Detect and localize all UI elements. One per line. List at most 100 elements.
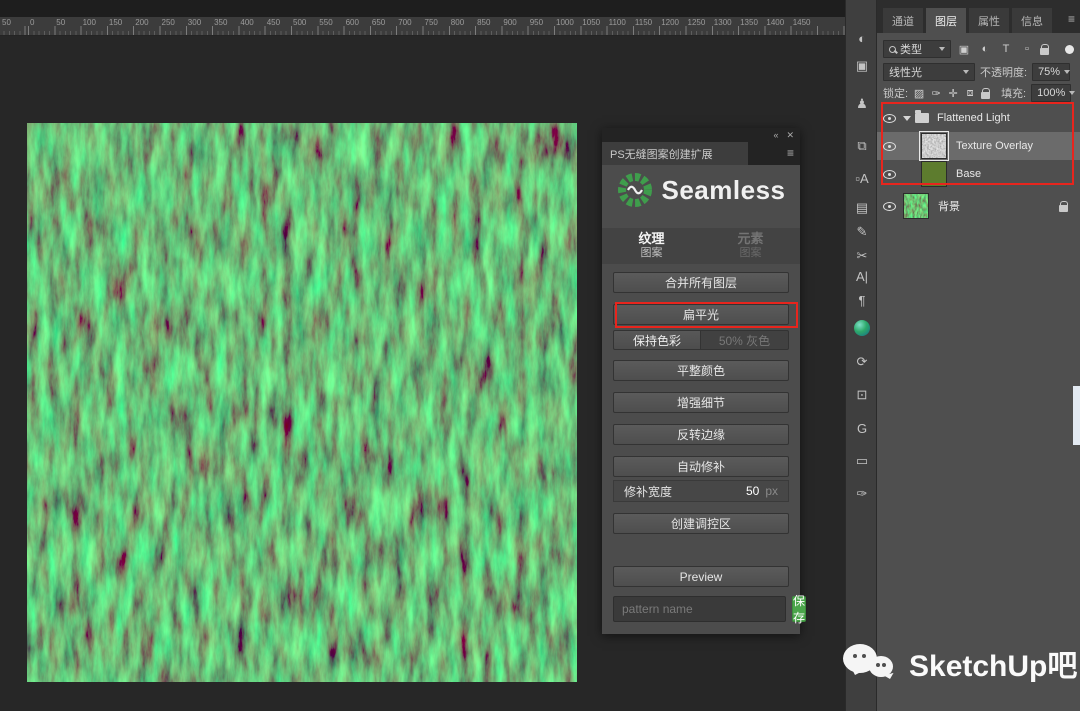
- tab-info[interactable]: 信息: [1012, 8, 1053, 33]
- sync-icon[interactable]: ⟳: [846, 350, 878, 374]
- blend-mode-select[interactable]: 线性光: [883, 63, 975, 81]
- create-adjust-zone-button[interactable]: 创建调控区: [613, 513, 789, 534]
- logo-wordmark: Seamless: [662, 175, 786, 206]
- ruler-tick-label: 1300: [714, 18, 732, 27]
- grass-texture-image[interactable]: [27, 123, 577, 682]
- collapse-panel-icon[interactable]: «: [773, 131, 778, 140]
- fill-field[interactable]: 100%: [1031, 84, 1071, 102]
- clone-source-icon[interactable]: ♟: [846, 92, 878, 116]
- tab-properties[interactable]: 属性: [969, 8, 1010, 33]
- close-panel-icon[interactable]: ✕: [786, 131, 794, 140]
- chevron-down-icon: [939, 47, 945, 51]
- auto-patch-button[interactable]: 自动修补: [613, 456, 789, 477]
- plugin-mode-tabs: 纹理 图案 元素 图案: [602, 228, 800, 264]
- visibility-toggle[interactable]: [877, 202, 901, 211]
- ruler-tick-label: 800: [451, 18, 464, 27]
- preview-button[interactable]: Preview: [613, 566, 789, 587]
- ruler-tick-label: 100: [83, 18, 96, 27]
- shape-layer-filter-icon[interactable]: ▫: [1019, 43, 1035, 55]
- save-row: 保存: [613, 596, 789, 622]
- lock-all-icon[interactable]: [981, 92, 990, 99]
- ruler-tick-label: 450: [267, 18, 280, 27]
- keep-color-row: 保持色彩 50% 灰色: [613, 330, 789, 350]
- generator-icon[interactable]: G: [846, 416, 878, 440]
- ruler-tick-label: 950: [530, 18, 543, 27]
- opacity-field[interactable]: 75%: [1032, 63, 1070, 81]
- patch-width-label: 修补宽度: [624, 483, 672, 500]
- character-icon[interactable]: A|: [846, 264, 878, 288]
- layer-comps-icon[interactable]: ⊡: [846, 383, 878, 407]
- lock-label: 锁定:: [883, 85, 908, 101]
- tab-texture-pattern[interactable]: 纹理 图案: [602, 228, 701, 264]
- opacity-label: 不透明度:: [980, 64, 1027, 80]
- ruler-tick-label: 350: [214, 18, 227, 27]
- ruler-tick-label: 1200: [661, 18, 679, 27]
- ruler-tick-label: 1250: [688, 18, 706, 27]
- keep-color-button[interactable]: 保持色彩: [613, 330, 701, 350]
- ruler-tick-label: 200: [135, 18, 148, 27]
- lock-transparency-icon[interactable]: ▨: [913, 87, 925, 100]
- styles-icon[interactable]: ▣: [846, 54, 878, 78]
- eye-icon: [883, 202, 896, 211]
- notes-icon[interactable]: ✎: [846, 220, 878, 244]
- properties-icon[interactable]: ▤: [846, 196, 878, 220]
- seamless-plugin-icon[interactable]: [846, 316, 878, 340]
- lock-artboard-icon[interactable]: ⧈: [964, 87, 976, 100]
- merge-all-layers-button[interactable]: 合并所有图层: [613, 272, 789, 293]
- lock-position-icon[interactable]: ✛: [947, 87, 959, 100]
- ruler-tick-label: 650: [372, 18, 385, 27]
- ruler-tick-label: 50: [56, 18, 65, 27]
- save-button[interactable]: 保存: [792, 596, 806, 622]
- fill-label: 填充:: [1001, 85, 1026, 101]
- ruler-tick-label: 750: [425, 18, 438, 27]
- pattern-name-input[interactable]: [613, 596, 786, 622]
- locked-layer-icon: [1059, 205, 1068, 212]
- ruler-tick-label: 250: [162, 18, 175, 27]
- lock-row: 锁定: ▨ ✑ ✛ ⧈ 填充: 100%: [877, 84, 1080, 102]
- tab-layers[interactable]: 图层: [926, 8, 967, 33]
- ruler-tick-label: 1450: [793, 18, 811, 27]
- ruler-tick-label: 900: [503, 18, 516, 27]
- brush-settings-icon[interactable]: ✑: [846, 482, 878, 506]
- invert-edges-button[interactable]: 反转边缘: [613, 424, 789, 445]
- horizontal-ruler[interactable]: 5005010015020025030035040045050055060065…: [0, 17, 845, 36]
- filter-kind-select[interactable]: 类型: [883, 40, 951, 58]
- watermark-text: SketchUp吧: [909, 641, 1077, 685]
- ruler-tick-label: 1400: [766, 18, 784, 27]
- adjustments-icon[interactable]: ◐: [846, 26, 878, 50]
- layer-thumbnail[interactable]: [903, 193, 929, 219]
- patch-width-row: 修补宽度 50 px: [613, 480, 789, 502]
- swap-objects-icon[interactable]: ⧉: [846, 134, 878, 158]
- plugin-logo: Seamless: [602, 172, 800, 208]
- timeline-icon[interactable]: ▭: [846, 449, 878, 473]
- plugin-panel-titlebar: « ✕: [602, 128, 800, 142]
- smart-object-filter-icon[interactable]: [1040, 48, 1049, 55]
- tab-element-pattern[interactable]: 元素 图案: [701, 228, 800, 264]
- enhance-detail-button[interactable]: 增强细节: [613, 392, 789, 413]
- tab-channels[interactable]: 通道: [883, 8, 924, 33]
- chevron-down-icon: [963, 70, 969, 74]
- patch-width-value[interactable]: 50: [746, 484, 759, 498]
- ruler-tick-label: 1050: [582, 18, 600, 27]
- filter-toggle-icon[interactable]: [1065, 45, 1074, 54]
- paragraph-icon[interactable]: ¶: [846, 288, 878, 312]
- type-layer-filter-icon[interactable]: T: [998, 43, 1014, 55]
- ruler-tick-label: 1100: [609, 18, 626, 27]
- blend-mode-row: 线性光 不透明度: 75%: [877, 62, 1080, 82]
- gray-50-button[interactable]: 50% 灰色: [701, 330, 789, 350]
- layer-row-background[interactable]: 背景: [877, 192, 1080, 220]
- search-icon: [889, 46, 896, 53]
- collapsed-panels-strip: ◐▣♟⧉▫A▤✎✂A|¶⟳⊡G▭✑: [845, 0, 877, 711]
- panel-tab-bar: 通道 图层 属性 信息 ≡: [877, 0, 1080, 33]
- plugin-panel-tab[interactable]: PS无缝图案创建扩展: [602, 142, 748, 165]
- adjustment-layer-filter-icon[interactable]: ◐: [977, 43, 993, 55]
- ruler-tick-label: 150: [109, 18, 122, 27]
- pixel-layer-filter-icon[interactable]: ▣: [956, 43, 972, 56]
- flatten-color-button[interactable]: 平整颜色: [613, 360, 789, 381]
- seamless-plugin-panel: « ✕ PS无缝图案创建扩展 ≡ Seamless 纹理 图案 元素 图案 合并…: [602, 128, 800, 634]
- plugin-panel-menu-icon[interactable]: ≡: [787, 146, 794, 160]
- lock-pixels-icon[interactable]: ✑: [930, 87, 942, 100]
- plugin-panel-tab-row: PS无缝图案创建扩展 ≡: [602, 142, 800, 165]
- panel-menu-icon[interactable]: ≡: [1068, 12, 1075, 26]
- glyphs-icon[interactable]: ▫A: [846, 166, 878, 190]
